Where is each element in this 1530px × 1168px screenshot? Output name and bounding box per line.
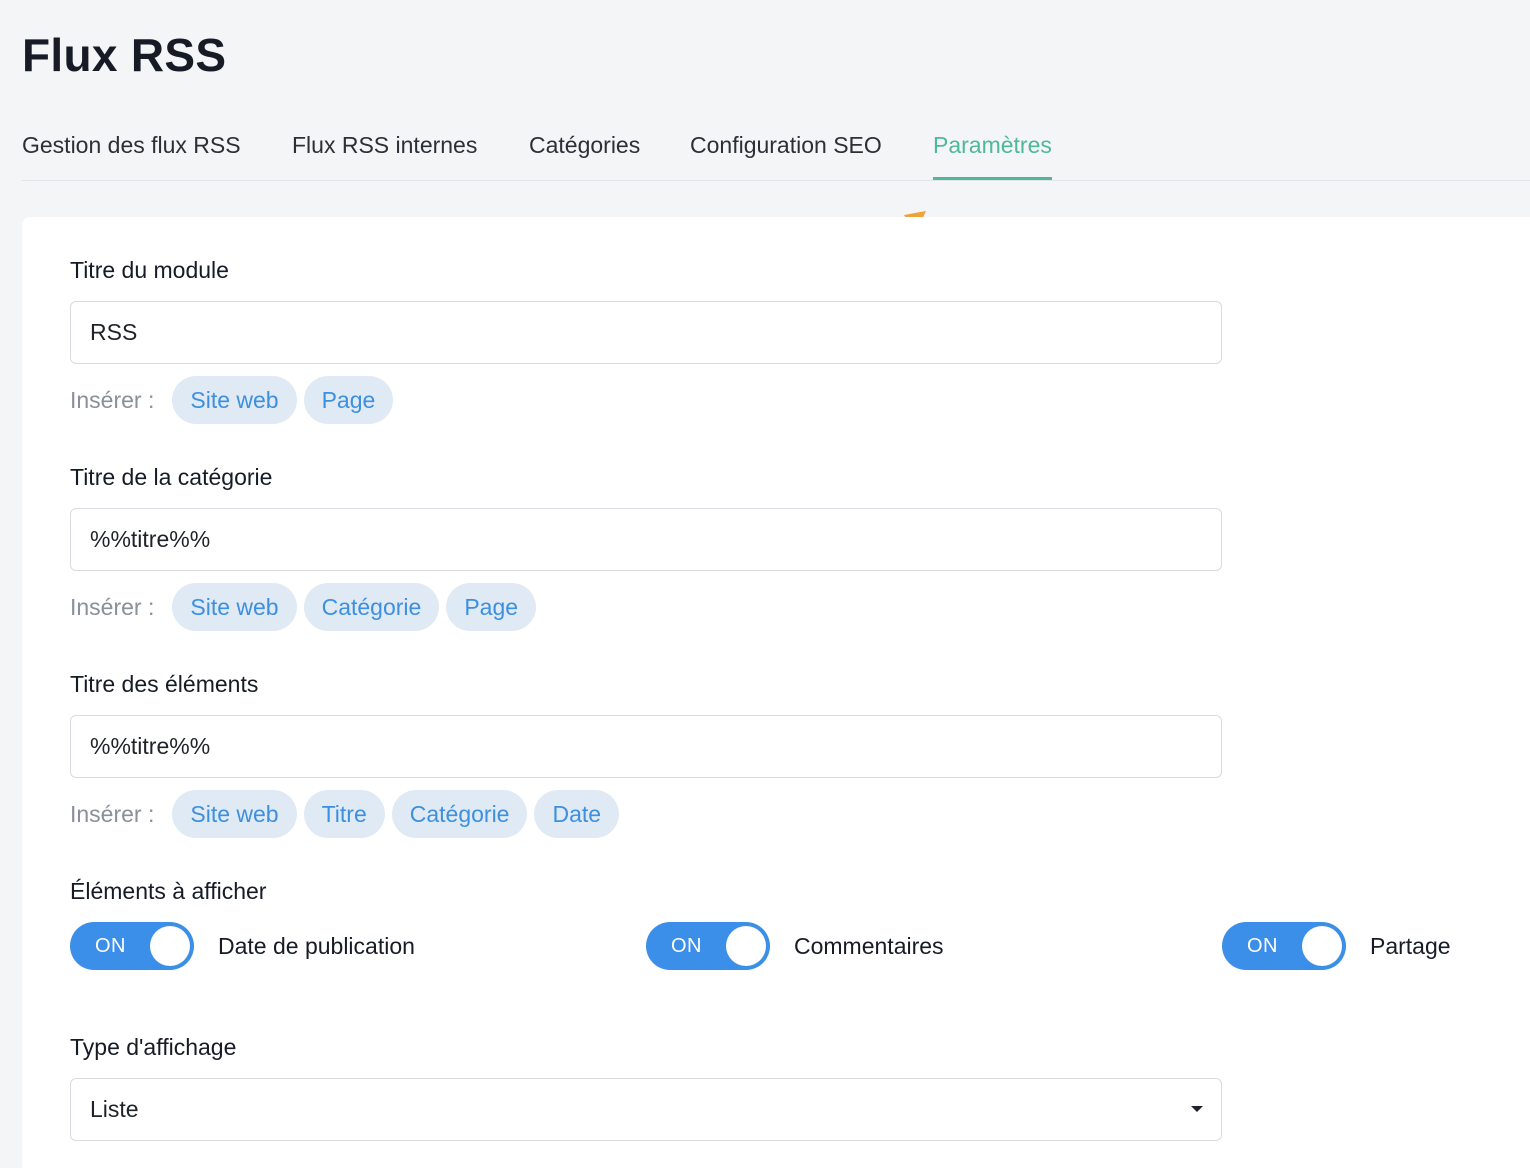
chip-titre[interactable]: Titre: [303, 790, 385, 838]
commentaires-toggle[interactable]: ON: [646, 922, 770, 970]
chip-page[interactable]: Page: [446, 583, 537, 631]
module-title-input[interactable]: [70, 301, 1222, 364]
chip-site-web[interactable]: Site web: [172, 583, 297, 631]
toggle-group-commentaires: ON Commentaires: [646, 922, 944, 970]
date-publication-toggle[interactable]: ON: [70, 922, 194, 970]
category-title-label: Titre de la catégorie: [70, 464, 273, 490]
insert-label: Insérer :: [70, 800, 155, 827]
tab-parametres[interactable]: Paramètres: [933, 132, 1052, 180]
tab-bar: Gestion des flux RSS Flux RSS internes C…: [22, 118, 1530, 181]
chip-categorie[interactable]: Catégorie: [391, 790, 528, 838]
toggle-knob: [1302, 926, 1342, 966]
display-elements-toggles: ON Date de publication ON Commentaires O…: [22, 922, 1530, 970]
tab-configuration-seo[interactable]: Configuration SEO: [690, 132, 882, 177]
toggle-state-text: ON: [1247, 935, 1278, 957]
items-title-insert-row: Insérer : Site web Titre Catégorie Date: [70, 790, 626, 838]
tab-flux-internes[interactable]: Flux RSS internes: [292, 132, 477, 177]
tab-gestion-flux[interactable]: Gestion des flux RSS: [22, 132, 241, 177]
partage-caption: Partage: [1370, 932, 1451, 959]
display-type-label: Type d'affichage: [70, 1034, 237, 1060]
insert-label: Insérer :: [70, 386, 155, 413]
toggle-state-text: ON: [95, 935, 126, 957]
display-type-value: Liste: [90, 1096, 139, 1122]
category-title-insert-row: Insérer : Site web Catégorie Page: [70, 583, 543, 631]
items-title-label: Titre des éléments: [70, 671, 259, 697]
date-publication-caption: Date de publication: [218, 932, 415, 959]
tab-categories[interactable]: Catégories: [529, 132, 640, 177]
chip-site-web[interactable]: Site web: [172, 376, 297, 424]
chip-page[interactable]: Page: [303, 376, 394, 424]
module-title-insert-row: Insérer : Site web Page: [70, 376, 400, 424]
caret-down-icon: [1191, 1106, 1203, 1112]
display-type-select[interactable]: Liste: [70, 1078, 1222, 1141]
toggle-group-date-publication: ON Date de publication: [70, 922, 415, 970]
partage-toggle[interactable]: ON: [1222, 922, 1346, 970]
module-title-label: Titre du module: [70, 257, 229, 283]
toggle-knob: [150, 926, 190, 966]
insert-label: Insérer :: [70, 593, 155, 620]
category-title-input[interactable]: [70, 508, 1222, 571]
toggle-state-text: ON: [671, 935, 702, 957]
chip-categorie[interactable]: Catégorie: [303, 583, 440, 631]
toggle-group-partage: ON Partage: [1222, 922, 1451, 970]
settings-card: Titre du module Insérer : Site web Page …: [22, 217, 1530, 1168]
page-title: Flux RSS: [22, 29, 227, 81]
display-elements-label: Éléments à afficher: [70, 878, 267, 904]
commentaires-caption: Commentaires: [794, 932, 944, 959]
chip-date[interactable]: Date: [534, 790, 620, 838]
items-title-input[interactable]: [70, 715, 1222, 778]
chip-site-web[interactable]: Site web: [172, 790, 297, 838]
toggle-knob: [726, 926, 766, 966]
